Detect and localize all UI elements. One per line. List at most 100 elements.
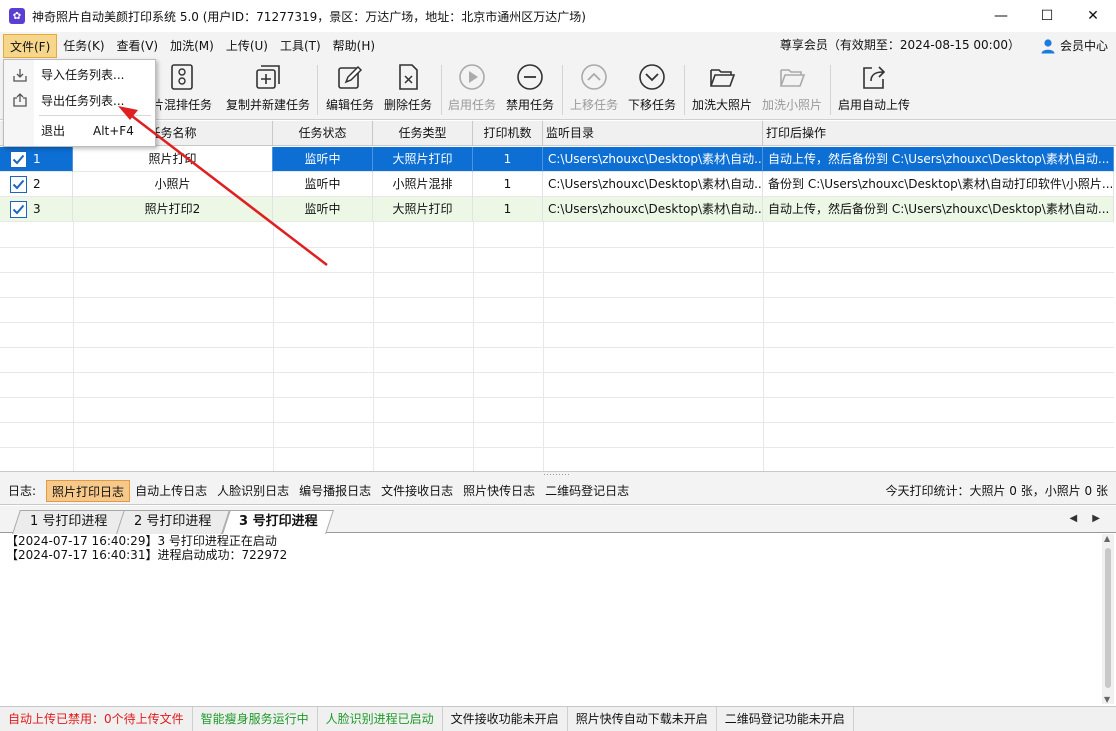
menu-reprint[interactable]: 加洗(M): [164, 34, 220, 58]
grid-column-line: [73, 221, 74, 471]
status-auto-upload: 自动上传已禁用：0个待上传文件: [0, 706, 193, 731]
status-quick-transfer: 照片快传自动下载未开启: [568, 706, 717, 731]
row-checkbox[interactable]: [10, 151, 27, 168]
grid-column-line: [373, 221, 374, 471]
header-after-print[interactable]: 打印后操作: [763, 121, 1114, 146]
row-checkbox[interactable]: [10, 176, 27, 193]
table-row[interactable]: 1 照片打印 监听中 大照片打印 1 C:\Users\zhouxc\Deskt…: [0, 147, 1114, 172]
menu-view[interactable]: 查看(V): [111, 34, 165, 58]
row-select-cell[interactable]: 2: [0, 172, 73, 197]
process-tab-1[interactable]: 1 号打印进程: [12, 510, 126, 534]
task-name-cell: 照片打印2: [73, 197, 273, 222]
folder-open-icon: [710, 69, 736, 87]
log-label: 日志:: [8, 484, 37, 498]
log-tab-auto-upload[interactable]: 自动上传日志: [130, 480, 212, 502]
printer-count-cell: 1: [473, 197, 543, 222]
status-face-recognition: 人脸识别进程已启动: [318, 706, 443, 731]
scroll-down-arrow-icon[interactable]: ▼: [1104, 695, 1110, 704]
task-status-cell: 监听中: [273, 172, 373, 197]
toolbar-separator: [684, 65, 685, 115]
edit-task-button[interactable]: 编辑任务: [322, 59, 378, 119]
import-icon: [13, 69, 27, 82]
copy-new-task-button[interactable]: 复制并新建任务: [224, 59, 312, 119]
close-button[interactable]: ✕: [1070, 0, 1116, 32]
header-status[interactable]: 任务状态: [273, 121, 373, 146]
process-log: 【2024-07-17 16:40:29】3 号打印进程正在启动 【2024-0…: [2, 534, 1102, 704]
member-center-link[interactable]: 会员中心: [1040, 32, 1108, 59]
process-tab-2[interactable]: 2 号打印进程: [116, 510, 230, 534]
process-tab-label: 1 号打印进程: [30, 514, 108, 529]
share-upload-icon: [863, 66, 886, 89]
scroll-up-arrow-icon[interactable]: ▲: [1104, 534, 1110, 543]
row-select-cell[interactable]: 3: [0, 197, 73, 222]
row-checkbox[interactable]: [10, 201, 27, 218]
menu-tools[interactable]: 工具(T): [274, 34, 327, 58]
watch-dir-cell: C:\Users\zhouxc\Desktop\素材\自动...: [543, 147, 763, 172]
grid-column-line: [273, 221, 274, 471]
file-menu-dropdown: 导入任务列表... 导出任务列表... 退出 Alt+F4: [3, 59, 156, 147]
table-row[interactable]: 3 照片打印2 监听中 大照片打印 1 C:\Users\zhouxc\Desk…: [0, 197, 1114, 222]
process-tab-label: 2 号打印进程: [134, 514, 212, 529]
scroll-thumb[interactable]: [1105, 548, 1111, 688]
vip-status: 尊享会员（有效期至：2024-08-15 00:00）: [779, 38, 1020, 52]
move-up-button[interactable]: 上移任务: [566, 59, 622, 119]
log-scrollbar[interactable]: ▲ ▼: [1102, 534, 1114, 704]
check-icon: [12, 154, 25, 165]
print-stats: 今天打印统计：大照片 0 张，小照片 0 张: [885, 484, 1108, 498]
enable-task-button[interactable]: 启用任务: [444, 59, 500, 119]
process-tab-label: 3 号打印进程: [238, 514, 318, 529]
mixed-task-label: 片混排任务: [151, 98, 212, 112]
move-down-button[interactable]: 下移任务: [624, 59, 680, 119]
menu-task[interactable]: 任务(K): [57, 34, 110, 58]
grid-column-line: [763, 221, 764, 471]
mixed-task-button[interactable]: 片混排任务: [150, 59, 214, 119]
grid-line: [0, 422, 1114, 423]
log-tab-file-receive[interactable]: 文件接收日志: [376, 480, 458, 502]
row-select-cell[interactable]: 1: [0, 147, 73, 172]
grid-line: [0, 247, 1114, 248]
member-center-label: 会员中心: [1059, 39, 1108, 53]
disable-task-label: 禁用任务: [505, 98, 554, 112]
menu-file[interactable]: 文件(F): [3, 33, 58, 58]
log-tab-number-broadcast[interactable]: 编号播报日志: [294, 480, 376, 502]
tab-scroll-arrows[interactable]: ◀ ▶: [1069, 513, 1106, 524]
enable-task-label: 启用任务: [447, 98, 496, 112]
grid-column-line: [473, 221, 474, 471]
add-large-photo-button[interactable]: 加洗大照片: [688, 59, 756, 119]
header-type[interactable]: 任务类型: [373, 121, 473, 146]
splitter-grip[interactable]: [543, 473, 571, 476]
log-tab-face-recognition[interactable]: 人脸识别日志: [212, 480, 294, 502]
task-type-cell: 大照片打印: [373, 147, 473, 172]
auto-upload-button[interactable]: 启用自动上传: [834, 59, 914, 119]
chevron-down-circle-icon: [639, 64, 665, 90]
menu-help[interactable]: 帮助(H): [327, 34, 381, 58]
app-icon: ✿: [9, 8, 25, 24]
grid-line: [0, 447, 1114, 448]
minimize-button[interactable]: —: [978, 0, 1024, 32]
menu-upload[interactable]: 上传(U): [220, 34, 274, 58]
log-tab-quick-transfer[interactable]: 照片快传日志: [458, 480, 540, 502]
add-large-photo-label: 加洗大照片: [691, 98, 752, 112]
delete-task-button[interactable]: 删除任务: [380, 59, 436, 119]
table-row[interactable]: 2 小照片 监听中 小照片混排 1 C:\Users\zhouxc\Deskto…: [0, 172, 1114, 197]
header-printers[interactable]: 打印机数: [473, 121, 543, 146]
disable-task-button[interactable]: 禁用任务: [502, 59, 558, 119]
grid-line: [0, 297, 1114, 298]
watch-dir-cell: C:\Users\zhouxc\Desktop\素材\自动...: [543, 172, 763, 197]
export-task-list-item[interactable]: 导出任务列表...: [41, 91, 124, 111]
window-controls: — ☐ ✕: [978, 0, 1116, 32]
add-small-photo-button[interactable]: 加洗小照片: [758, 59, 826, 119]
process-tab-3[interactable]: 3 号打印进程: [222, 510, 334, 534]
table-header: 任务名称 任务状态 任务类型 打印机数 监听目录 打印后操作: [0, 121, 1116, 146]
folder-open-icon: [780, 69, 806, 87]
import-task-list-item[interactable]: 导入任务列表...: [41, 65, 124, 85]
log-tab-qrcode[interactable]: 二维码登记日志: [540, 480, 634, 502]
maximize-button[interactable]: ☐: [1024, 0, 1070, 32]
grid-line: [0, 347, 1114, 348]
log-tab-photo-print[interactable]: 照片打印日志: [46, 479, 131, 502]
grid-line: [0, 322, 1114, 323]
header-watch-dir[interactable]: 监听目录: [543, 121, 763, 146]
toolbar-separator: [830, 65, 831, 115]
exit-item[interactable]: 退出 Alt+F4: [41, 121, 134, 141]
task-table: 任务名称 任务状态 任务类型 打印机数 监听目录 打印后操作 1 照片打印 监听…: [0, 121, 1116, 473]
